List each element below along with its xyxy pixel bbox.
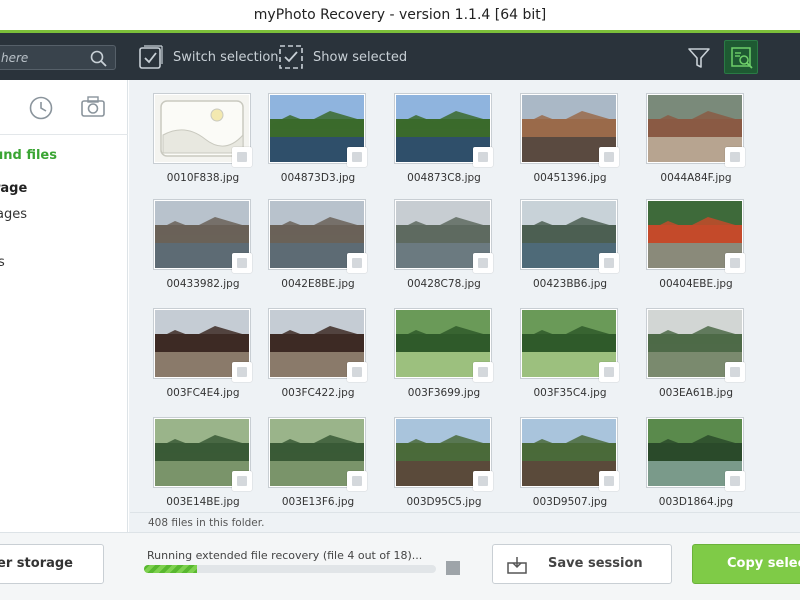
- thumbnail-checkbox[interactable]: [232, 253, 252, 273]
- thumbnail-checkbox[interactable]: [347, 471, 367, 491]
- thumbnail-filename: 004873D3.jpg: [280, 172, 356, 184]
- files-count-text: 408 files in this folder.: [148, 517, 265, 529]
- copy-selected-button[interactable]: Copy select: [692, 544, 800, 584]
- thumbnail-filename: 003EA61B.jpg: [658, 387, 733, 399]
- thumbnail-item[interactable]: [520, 308, 620, 382]
- thumbnail-filename: 003E13F6.jpg: [281, 496, 355, 508]
- thumbnail-item[interactable]: [394, 93, 494, 167]
- thumbnail-item[interactable]: [394, 308, 494, 382]
- thumbnail-grid: 0010F838.jpg 004873D3.jpg 004873C8.jpg 0045…: [129, 80, 800, 532]
- progress-bar: [144, 565, 436, 573]
- thumbnail-checkbox[interactable]: [232, 471, 252, 491]
- thumbnail-checkbox[interactable]: [232, 362, 252, 382]
- thumbnail-filename: 0044A84F.jpg: [660, 172, 732, 184]
- thumbnail-item[interactable]: [394, 417, 494, 491]
- image-search-button[interactable]: [724, 40, 758, 74]
- sidebar-item-storage[interactable]: rage: [0, 181, 27, 196]
- thumbnail-checkbox[interactable]: [599, 362, 619, 382]
- save-session-button[interactable]: Save session: [492, 544, 672, 584]
- thumbnail-filename: 0042E8BE.jpg: [281, 278, 355, 290]
- thumbnail-item[interactable]: [268, 93, 368, 167]
- search-input[interactable]: here: [1, 51, 28, 65]
- thumbnail-item[interactable]: [268, 417, 368, 491]
- thumbnail-item[interactable]: [153, 308, 253, 382]
- bottom-bar: her storage Running extended file recove…: [0, 532, 800, 600]
- thumbnail-filename: 003D9507.jpg: [532, 496, 608, 508]
- thumbnail-filename: 0010F838.jpg: [166, 172, 240, 184]
- search-box[interactable]: here: [0, 45, 116, 70]
- clock-icon[interactable]: [28, 95, 54, 121]
- thumbnail-item[interactable]: [268, 199, 368, 273]
- show-selected-label: Show selected: [313, 49, 408, 65]
- thumbnail-item[interactable]: [646, 199, 746, 273]
- thumbnail-checkbox[interactable]: [473, 253, 493, 273]
- thumbnail-filename: 00404EBE.jpg: [659, 278, 733, 290]
- show-selected-button[interactable]: Show selected: [278, 43, 407, 71]
- thumbnail-item[interactable]: [520, 199, 620, 273]
- switch-selection-label: Switch selection: [173, 49, 279, 65]
- stop-button[interactable]: [446, 561, 460, 575]
- save-session-icon: [507, 557, 527, 574]
- copy-selected-label: Copy select: [727, 556, 800, 571]
- thumbnail-item[interactable]: [520, 93, 620, 167]
- thumbnail-checkbox[interactable]: [725, 362, 745, 382]
- thumbnail-checkbox[interactable]: [725, 147, 745, 167]
- thumbnail-item[interactable]: [153, 417, 253, 491]
- thumbnail-filename: 003FC4E4.jpg: [166, 387, 240, 399]
- thumbnail-checkbox[interactable]: [473, 147, 493, 167]
- thumbnail-item[interactable]: [520, 417, 620, 491]
- thumbnail-item[interactable]: [268, 308, 368, 382]
- thumbnail-item[interactable]: [646, 308, 746, 382]
- toolbar: here Switch selection Show selected: [0, 33, 800, 80]
- thumbnail-checkbox[interactable]: [599, 147, 619, 167]
- thumbnail-checkbox[interactable]: [473, 471, 493, 491]
- thumbnail-filename: 00423BB6.jpg: [532, 278, 608, 290]
- save-session-label: Save session: [548, 556, 643, 571]
- window-title: myPhoto Recovery - version 1.1.4 [64 bit…: [253, 7, 547, 23]
- other-storage-button[interactable]: her storage: [0, 544, 104, 584]
- thumbnail-item[interactable]: [646, 93, 746, 167]
- thumbnail-filename: 003D1864.jpg: [658, 496, 734, 508]
- progress-bar-fill: [144, 565, 197, 573]
- sidebar-view-icons: [0, 80, 128, 135]
- sidebar-item-other[interactable]: s: [0, 255, 5, 270]
- folder-status-bar: 408 files in this folder.: [130, 512, 800, 532]
- thumbnail-checkbox[interactable]: [725, 471, 745, 491]
- thumbnail-filename: 003F35C4.jpg: [533, 387, 607, 399]
- thumbnail-checkbox[interactable]: [725, 253, 745, 273]
- thumbnail-checkbox[interactable]: [599, 253, 619, 273]
- thumbnail-item[interactable]: [394, 199, 494, 273]
- thumbnail-filename: 003E14BE.jpg: [166, 496, 240, 508]
- thumbnail-item[interactable]: [646, 417, 746, 491]
- sidebar-item-images[interactable]: ages: [0, 207, 27, 222]
- filter-icon[interactable]: [687, 46, 711, 70]
- thumbnail-checkbox[interactable]: [347, 147, 367, 167]
- image-search-icon: [731, 47, 753, 69]
- search-icon[interactable]: [90, 50, 107, 67]
- thumbnail-filename: 00433982.jpg: [166, 278, 240, 290]
- thumbnail-filename: 00428C78.jpg: [407, 278, 481, 290]
- thumbnail-filename: 003F3699.jpg: [407, 387, 481, 399]
- switch-selection-icon: [139, 45, 163, 69]
- thumbnail-item[interactable]: [153, 93, 253, 167]
- thumbnail-filename: 00451396.jpg: [533, 172, 607, 184]
- other-storage-label: her storage: [0, 556, 73, 571]
- title-bar: myPhoto Recovery - version 1.1.4 [64 bit…: [0, 0, 800, 33]
- thumbnail-filename: 003D95C5.jpg: [406, 496, 482, 508]
- thumbnail-checkbox[interactable]: [599, 471, 619, 491]
- thumbnail-checkbox[interactable]: [347, 253, 367, 273]
- sidebar: und files rage ages s: [0, 80, 128, 532]
- show-selected-icon: [279, 45, 303, 69]
- thumbnail-checkbox[interactable]: [232, 147, 252, 167]
- progress-text: Running extended file recovery (file 4 o…: [147, 549, 423, 562]
- sidebar-item-found-files[interactable]: und files: [0, 148, 57, 163]
- switch-selection-button[interactable]: Switch selection: [138, 43, 279, 71]
- thumbnail-item[interactable]: [153, 199, 253, 273]
- thumbnail-checkbox[interactable]: [473, 362, 493, 382]
- thumbnail-filename: 004873C8.jpg: [407, 172, 481, 184]
- thumbnail-filename: 003FC422.jpg: [281, 387, 355, 399]
- camera-icon[interactable]: [80, 95, 106, 119]
- thumbnail-checkbox[interactable]: [347, 362, 367, 382]
